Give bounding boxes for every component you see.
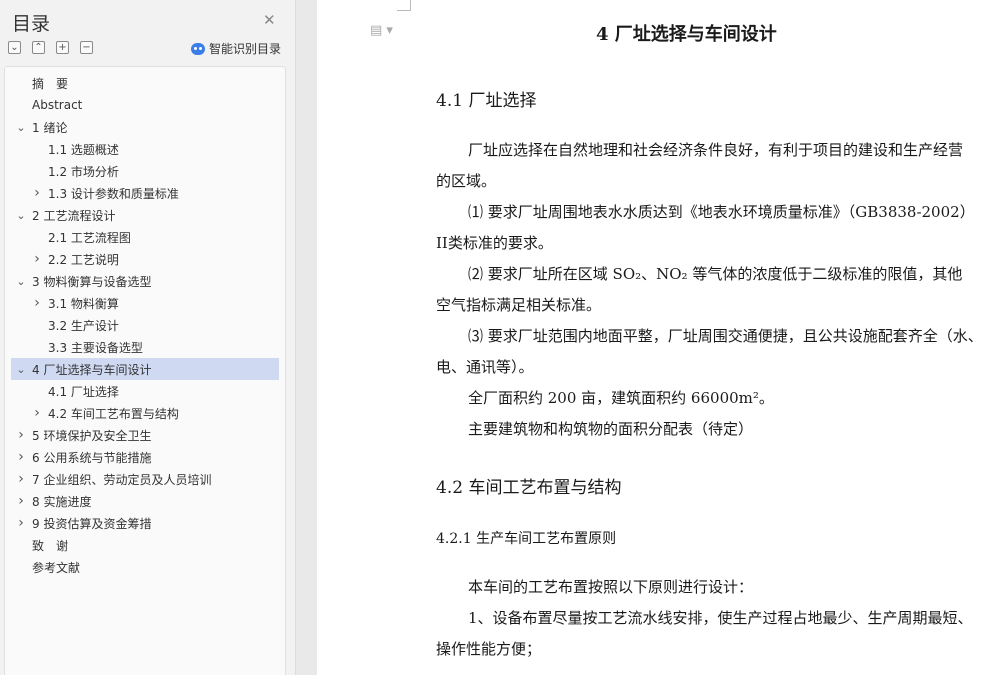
toc-item-label: 3.1 物料衡算 — [48, 296, 119, 311]
chevron-right-icon[interactable]: › — [16, 493, 26, 509]
toc-item-label: 1 绪论 — [32, 120, 68, 135]
chapter-title: 4 厂址选择与车间设计 — [596, 24, 777, 45]
toc-item[interactable]: › 3.1 物料衡算 — [11, 292, 279, 314]
toc-item-label: 4.2 车间工艺布置与结构 — [48, 406, 179, 421]
toc-item-label: 1.2 市场分析 — [48, 164, 119, 179]
toc-item-label: 3.3 主要设备选型 — [48, 340, 143, 355]
chevron-down-icon[interactable]: ⌄ — [16, 363, 26, 376]
section-heading: 4.1 厂址选择 — [436, 91, 537, 111]
toc-item-label: 1.1 选题概述 — [48, 142, 119, 157]
chevron-right-icon[interactable]: › — [32, 405, 42, 421]
body-line: ⑵ 要求厂址所在区域 SO₂、NO₂ 等气体的浓度低于二级标准的限值，其他 — [468, 265, 963, 283]
body-line: 空气指标满足相关标准。 — [436, 296, 602, 314]
chevron-right-icon[interactable]: › — [16, 515, 26, 531]
chevron-right-icon[interactable]: › — [32, 295, 42, 311]
toc-item-label: 2.1 工艺流程图 — [48, 230, 131, 245]
smart-toc-label: 智能识别目录 — [209, 42, 282, 56]
subsection-heading: 4.2.1 生产车间工艺布置原则 — [436, 531, 617, 547]
toc-item[interactable]: › 2.2 工艺说明 — [11, 248, 279, 270]
toc-item[interactable]: ⌄ 4 厂址选择与车间设计 — [11, 358, 279, 380]
toc-item[interactable]: ⌄ 2 工艺流程设计 — [11, 204, 279, 226]
page-corner-mark — [410, 0, 411, 10]
toc-item-label: 7 企业组织、劳动定员及人员培训 — [32, 472, 212, 487]
section-heading: 4.2 车间工艺布置与结构 — [436, 478, 622, 498]
body-line: 操作性能方便； — [436, 640, 542, 658]
toc-item-label: 6 公用系统与节能措施 — [32, 450, 152, 465]
remove-heading-icon[interactable]: − — [80, 41, 93, 54]
toc-list: 摘 要 Abstract ⌄ 1 绪论 1.1 选题概述 1.2 市场分析 › 1.3 设计参… — [4, 66, 286, 675]
toc-item[interactable]: 摘 要 — [11, 72, 279, 94]
chevron-right-icon[interactable]: › — [16, 471, 26, 487]
body-line: II类标准的要求。 — [436, 234, 553, 252]
toc-item[interactable]: ⌄ 3 物料衡算与设备选型 — [11, 270, 279, 292]
chevron-right-icon[interactable]: › — [16, 427, 26, 443]
toc-item[interactable]: › 9 投资估算及资金筹措 — [11, 512, 279, 534]
toc-item-label: Abstract — [32, 98, 83, 112]
document-page: ▤ ▾ 4 厂址选择与车间设计 4.1 厂址选择厂址应选择在自然地理和社会经济条… — [317, 0, 1000, 675]
toc-item-label: 3 物料衡算与设备选型 — [32, 274, 152, 289]
toc-item-label: 3.2 生产设计 — [48, 318, 119, 333]
document-icon[interactable]: ▤ ▾ — [370, 23, 393, 38]
toc-panel-title: 目录 — [12, 13, 51, 35]
toc-item-label: 8 实施进度 — [32, 494, 92, 509]
body-line: 主要建筑物和构筑物的面积分配表（待定） — [468, 420, 754, 438]
toc-panel: 目录 ✕ ⌄ ⌃ + − 智能识别目录 摘 要 Abstract ⌄ 1 绪论 1.1 … — [0, 0, 296, 675]
toc-item[interactable]: › 6 公用系统与节能措施 — [11, 446, 279, 468]
toc-item-label: 参考文献 — [32, 560, 81, 575]
toc-item-label: 2.2 工艺说明 — [48, 252, 119, 267]
toc-item[interactable]: › 4.2 车间工艺布置与结构 — [11, 402, 279, 424]
toc-item[interactable]: 3.3 主要设备选型 — [11, 336, 279, 358]
chevron-right-icon[interactable]: › — [16, 449, 26, 465]
close-icon[interactable]: ✕ — [263, 11, 276, 29]
body-line: ⑶ 要求厂址范围内地面平整，厂址周围交通便捷，且公共设施配套齐全（水、 — [468, 327, 983, 345]
body-line: 的区域。 — [436, 172, 497, 190]
chevron-down-icon[interactable]: ⌄ — [16, 121, 26, 134]
toc-item[interactable]: › 7 企业组织、劳动定员及人员培训 — [11, 468, 279, 490]
add-heading-icon[interactable]: + — [56, 41, 69, 54]
toc-item[interactable]: Abstract — [11, 94, 279, 116]
expand-up-icon[interactable]: ⌃ — [32, 41, 45, 54]
toc-item-label: 2 工艺流程设计 — [32, 208, 116, 223]
page-corner-mark — [397, 10, 411, 11]
toc-item[interactable]: 3.2 生产设计 — [11, 314, 279, 336]
toc-item-label: 4 厂址选择与车间设计 — [32, 362, 152, 377]
body-line: 本车间的工艺布置按照以下原则进行设计： — [468, 578, 754, 596]
toc-item[interactable]: › 8 实施进度 — [11, 490, 279, 512]
smart-toc-button[interactable]: 智能识别目录 — [191, 40, 281, 57]
toc-item[interactable]: › 1.3 设计参数和质量标准 — [11, 182, 279, 204]
toc-item[interactable]: 参考文献 — [11, 556, 279, 578]
toc-item[interactable]: 1.2 市场分析 — [11, 160, 279, 182]
toc-item-label: 4.1 厂址选择 — [48, 384, 119, 399]
toc-item-label: 5 环境保护及安全卫生 — [32, 428, 152, 443]
toc-item[interactable]: › 5 环境保护及安全卫生 — [11, 424, 279, 446]
toc-item-label: 1.3 设计参数和质量标准 — [48, 186, 179, 201]
body-line: 电、通讯等）。 — [436, 358, 534, 376]
body-line: 1、设备布置尽量按工艺流水线安排，使生产过程占地最少、生产周期最短、 — [468, 609, 973, 627]
toc-item[interactable]: 4.1 厂址选择 — [11, 380, 279, 402]
body-line: ⑴ 要求厂址周围地表水水质达到《地表水环境质量标准》（GB3838-2002） — [468, 203, 975, 221]
toc-item[interactable]: 2.1 工艺流程图 — [11, 226, 279, 248]
chevron-right-icon[interactable]: › — [32, 251, 42, 267]
body-line: 全厂面积约 200 亩，建筑面积约 66000m²。 — [468, 389, 774, 407]
collapse-all-icon[interactable]: ⌄ — [8, 41, 21, 54]
smart-ai-icon — [191, 42, 205, 55]
toc-item[interactable]: 致 谢 — [11, 534, 279, 556]
toc-item-label: 致 谢 — [32, 538, 69, 553]
chevron-right-icon[interactable]: › — [32, 185, 42, 201]
toc-item-label: 9 投资估算及资金筹措 — [32, 516, 152, 531]
document-area: ▤ ▾ 4 厂址选择与车间设计 4.1 厂址选择厂址应选择在自然地理和社会经济条… — [297, 0, 1000, 675]
toc-item[interactable]: ⌄ 1 绪论 — [11, 116, 279, 138]
body-line: 厂址应选择在自然地理和社会经济条件良好，有利于项目的建设和生产经营 — [468, 141, 964, 159]
toc-item[interactable]: 1.1 选题概述 — [11, 138, 279, 160]
chevron-down-icon[interactable]: ⌄ — [16, 275, 26, 288]
chevron-down-icon[interactable]: ⌄ — [16, 209, 26, 222]
toc-item-label: 摘 要 — [32, 76, 69, 91]
